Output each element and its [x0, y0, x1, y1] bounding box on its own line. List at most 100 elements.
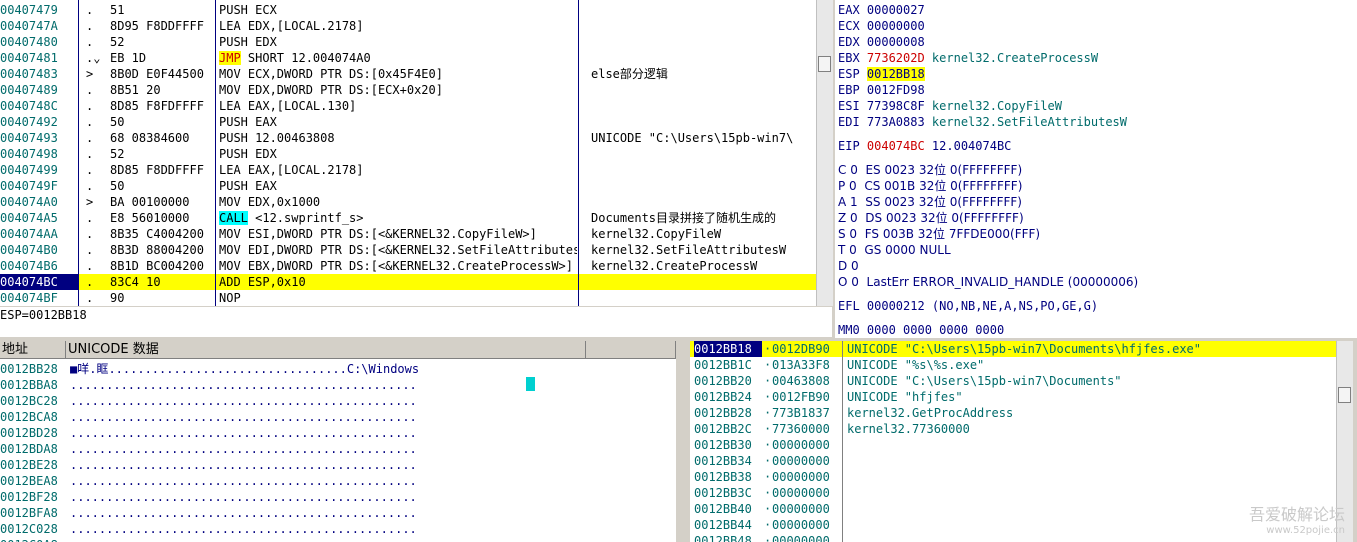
registers-pane[interactable]: EAX 00000027 ECX 00000000 EDX 00000008 EBX …	[835, 0, 1357, 338]
register-row[interactable]: C 0 ES 0023 32位 0(FFFFFFFF)	[838, 162, 1357, 178]
disasm-scrollbar[interactable]	[816, 0, 833, 306]
disasm-address[interactable]: 0040748C	[0, 98, 78, 114]
disasm-address[interactable]: 00407481	[0, 50, 78, 66]
disasm-row[interactable]: 00407498. 52 PUSH EDX	[0, 146, 816, 162]
register-value[interactable]: 00000027	[867, 3, 925, 17]
dump-row[interactable]: 0012BC28................................…	[0, 393, 676, 409]
stack-row[interactable]: 0012BB30 · 00000000	[690, 437, 1336, 453]
stack-row[interactable]: 0012BB40 · 00000000	[690, 501, 1336, 517]
stack-address[interactable]: 0012BB20	[694, 373, 762, 389]
dump-address[interactable]: 0012BBA8	[0, 377, 66, 393]
disasm-address[interactable]: 00407493	[0, 130, 78, 146]
dump-address[interactable]: 0012C028	[0, 521, 66, 537]
dump-row[interactable]: 0012BD28................................…	[0, 425, 676, 441]
stack-address[interactable]: 0012BB48	[694, 533, 762, 542]
dump-address[interactable]: 0012BF28	[0, 489, 66, 505]
disasm-address[interactable]: 004074BC	[0, 274, 78, 290]
register-row[interactable]: MM0 0000 0000 0000 0000	[838, 322, 1357, 338]
dump-address[interactable]: 0012BB28	[0, 361, 66, 377]
disasm-address[interactable]: 00407492	[0, 114, 78, 130]
dump-row[interactable]: 0012BBA8................................…	[0, 377, 676, 393]
disasm-address[interactable]: 004074BF	[0, 290, 78, 306]
dump-row[interactable]: 0012BEA8................................…	[0, 473, 676, 489]
register-row[interactable]: A 1 SS 0023 32位 0(FFFFFFFF)	[838, 194, 1357, 210]
disasm-row[interactable]: 00407492. 50 PUSH EAX	[0, 114, 816, 130]
stack-row[interactable]: 0012BB38 · 00000000	[690, 469, 1336, 485]
register-row[interactable]: S 0 FS 003B 32位 7FFDE000(FFF)	[838, 226, 1357, 242]
disasm-row[interactable]: 004074A0 > BA 00100000 MOV EDX,0x1000	[0, 194, 816, 210]
disasm-address[interactable]: 00407499	[0, 162, 78, 178]
disasm-row[interactable]: 0040748C. 8D85 F8FDFFFF LEA EAX,[LOCAL.130…	[0, 98, 816, 114]
disasm-row[interactable]: 004074A5. E8 56010000 CALL <12.swprintf_s>…	[0, 210, 816, 226]
stack-row[interactable]: 0012BB24 · 0012FB90 UNICODE "hfjfes"	[690, 389, 1336, 405]
dump-address[interactable]: 0012BD28	[0, 425, 66, 441]
stack-address[interactable]: 0012BB38	[694, 469, 762, 485]
dump-header-extra[interactable]	[586, 341, 676, 359]
stack-address[interactable]: 0012BB44	[694, 517, 762, 533]
dump-header-data[interactable]: UNICODE 数据	[66, 341, 586, 359]
stack-row[interactable]: 0012BB28 · 773B1837 kernel32.GetProcAddress	[690, 405, 1336, 421]
disasm-address[interactable]: 004074B6	[0, 258, 78, 274]
stack-row[interactable]: 0012BB48 · 00000000	[690, 533, 1336, 542]
register-row[interactable]: EFL 00000212 (NO,NB,NE,A,NS,PO,GE,G)	[838, 298, 1357, 314]
stack-address[interactable]: 0012BB1C	[694, 357, 762, 373]
disasm-row[interactable]: 00407479. 51 PUSH ECX	[0, 2, 816, 18]
dump-address[interactable]: 0012BDA8	[0, 441, 66, 457]
stack-address[interactable]: 0012BB2C	[694, 421, 762, 437]
disasm-address[interactable]: 0040749F	[0, 178, 78, 194]
disasm-row[interactable]: 00407493. 68 08384600 PUSH 12.00463808 UNIC…	[0, 130, 816, 146]
stack-row[interactable]: 0012BB18 · 0012DB90 UNICODE "C:\Users\15pb-…	[690, 341, 1336, 357]
stack-address[interactable]: 0012BB34	[694, 453, 762, 469]
dump-address[interactable]: 0012BEA8	[0, 473, 66, 489]
register-value[interactable]: 773A0883	[867, 115, 925, 129]
disasm-row[interactable]: 00407481 .⌄ EB 1D JMP SHORT 12.004074A0	[0, 50, 816, 66]
stack-address[interactable]: 0012BB18	[694, 341, 762, 357]
stack-row[interactable]: 0012BB2C · 77360000 kernel32.77360000	[690, 421, 1336, 437]
disasm-address[interactable]: 00407498	[0, 146, 78, 162]
disasm-address[interactable]: 004074AA	[0, 226, 78, 242]
dump-address[interactable]: 0012BFA8	[0, 505, 66, 521]
stack-row[interactable]: 0012BB1C · 013A33F8 UNICODE "%s\%s.exe"	[690, 357, 1336, 373]
dump-address[interactable]: 0012BCA8	[0, 409, 66, 425]
stack-row[interactable]: 0012BB3C · 00000000	[690, 485, 1336, 501]
dump-row[interactable]: 0012BF28................................…	[0, 489, 676, 505]
disasm-address[interactable]: 004074A5	[0, 210, 78, 226]
disasm-row[interactable]: 004074BF. 90 NOP	[0, 290, 816, 306]
disasm-address[interactable]: 00407479	[0, 2, 78, 18]
dump-pane[interactable]: 地址 UNICODE 数据 0012BB28 ■咩.眶..............…	[0, 341, 676, 542]
register-row[interactable]: EDX 00000008	[838, 34, 1357, 50]
register-value[interactable]: 00000000	[867, 19, 925, 33]
dump-header-address[interactable]: 地址	[0, 341, 66, 359]
register-row[interactable]: EAX 00000027	[838, 2, 1357, 18]
disasm-row[interactable]: 0040747A. 8D95 F8DDFFFF LEA EDX,[LOCAL.217…	[0, 18, 816, 34]
disasm-row[interactable]: 004074B6. 8B1D BC004200 MOV EBX,DWORD PTR …	[0, 258, 816, 274]
register-value[interactable]: 0012BB18	[866, 67, 925, 81]
disasm-row[interactable]: 00407483 >8B0D E0F44500 MOV ECX,DWORD PTR …	[0, 66, 816, 82]
disasm-row[interactable]: 004074BC. 83C4 10 ADD ESP,0x10	[0, 274, 816, 290]
register-value[interactable]: 7736202D	[867, 51, 925, 65]
disasm-address[interactable]: 004074B0	[0, 242, 78, 258]
register-row[interactable]: EDI 773A0883 kernel32.SetFileAttributesW	[838, 114, 1357, 130]
stack-row[interactable]: 0012BB44 · 00000000	[690, 517, 1336, 533]
disasm-scrollbar-thumb[interactable]	[818, 56, 831, 72]
register-row[interactable]: ESP 0012BB18	[838, 66, 1357, 82]
disasm-address[interactable]: 00407483	[0, 66, 78, 82]
register-row[interactable]: ESI 77398C8F kernel32.CopyFileW	[838, 98, 1357, 114]
dump-row[interactable]: 0012BFA8................................…	[0, 505, 676, 521]
register-row[interactable]: P 0 CS 001B 32位 0(FFFFFFFF)	[838, 178, 1357, 194]
stack-address[interactable]: 0012BB40	[694, 501, 762, 517]
stack-address[interactable]: 0012BB3C	[694, 485, 762, 501]
register-value[interactable]: 00000008	[867, 35, 925, 49]
dump-address[interactable]: 0012BC28	[0, 393, 66, 409]
disasm-row[interactable]: 00407480. 52 PUSH EDX	[0, 34, 816, 50]
register-row[interactable]: T 0 GS 0000 NULL	[838, 242, 1357, 258]
dump-row[interactable]: 0012BB28 ■咩.眶............................…	[0, 361, 676, 377]
dump-row[interactable]: 0012BDA8................................…	[0, 441, 676, 457]
register-row[interactable]: O 0 LastErr ERROR_INVALID_HANDLE (000000…	[838, 274, 1357, 290]
register-value[interactable]: 77398C8F	[867, 99, 925, 113]
disasm-address[interactable]: 00407480	[0, 34, 78, 50]
disasm-row[interactable]: 00407499. 8D85 F8DDFFFF LEA EAX,[LOCAL.217…	[0, 162, 816, 178]
register-value[interactable]: 004074BC	[867, 139, 925, 153]
register-row[interactable]: EBP 0012FD98	[838, 82, 1357, 98]
stack-row[interactable]: 0012BB20 · 00463808 UNICODE "C:\Users\15pb-…	[690, 373, 1336, 389]
